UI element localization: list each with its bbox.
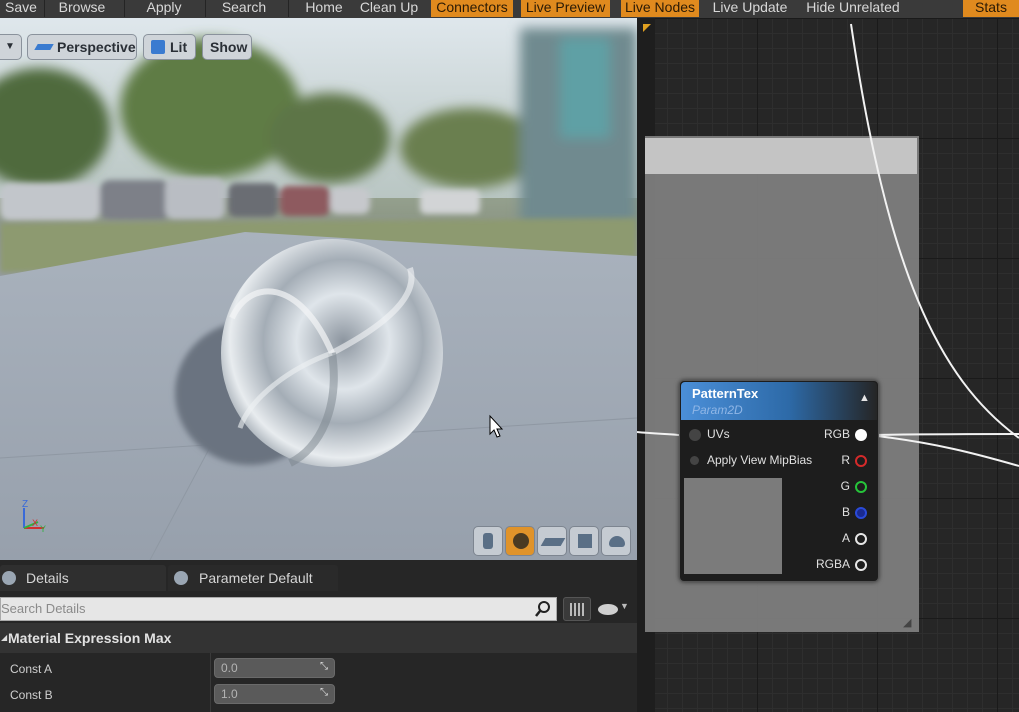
axis-x-label: X bbox=[32, 518, 39, 528]
material-editor-toolbar: Save Browse Apply Search Home Clean Up C… bbox=[0, 0, 1019, 18]
live-preview-button[interactable]: Live Preview bbox=[521, 0, 610, 17]
details-panel: Details Parameter Default Search Details… bbox=[0, 560, 637, 712]
r-output-pin[interactable] bbox=[855, 455, 867, 467]
cylinder-icon bbox=[483, 533, 493, 549]
search-icon bbox=[535, 601, 550, 617]
toolbar-divider bbox=[44, 0, 45, 17]
search-details-input[interactable]: Search Details bbox=[0, 597, 557, 621]
eye-icon bbox=[598, 604, 618, 615]
plane-icon bbox=[540, 538, 566, 546]
material-graph-canvas[interactable]: ◢ PatternTex Param2D ▲ UVs Apply View Mi… bbox=[637, 18, 1019, 712]
preview-sphere-button[interactable] bbox=[505, 526, 535, 556]
r-output-label: R bbox=[841, 453, 850, 467]
clean-up-button[interactable]: Clean Up bbox=[356, 0, 422, 17]
const-a-field[interactable]: 0.0 ⤡ bbox=[214, 658, 335, 678]
live-nodes-button[interactable]: Live Nodes bbox=[621, 0, 699, 17]
rgb-output-pin[interactable] bbox=[855, 429, 867, 441]
const-b-value: 1.0 bbox=[221, 687, 238, 701]
preview-cylinder-button[interactable] bbox=[473, 526, 503, 556]
preview-viewport[interactable]: ▼ Perspective Lit Show Z X Y bbox=[0, 18, 637, 560]
property-label: Const A bbox=[10, 662, 53, 676]
pattern-tex-node[interactable]: PatternTex Param2D ▲ UVs Apply View MipB… bbox=[679, 380, 879, 582]
a-output-pin[interactable] bbox=[855, 533, 867, 545]
perspective-label: Perspective bbox=[57, 39, 136, 55]
tab-details[interactable]: Details bbox=[0, 565, 166, 591]
cube-icon bbox=[578, 534, 592, 548]
tab-parameter-default[interactable]: Parameter Default bbox=[168, 565, 338, 591]
g-output-pin[interactable] bbox=[855, 481, 867, 493]
details-info-icon bbox=[2, 571, 16, 585]
node-title: PatternTex bbox=[692, 386, 759, 401]
show-button[interactable]: Show bbox=[202, 34, 252, 60]
texture-preview-thumbnail bbox=[684, 478, 782, 574]
show-label: Show bbox=[210, 39, 248, 55]
uvs-input-label: UVs bbox=[707, 427, 730, 441]
teapot-icon bbox=[609, 536, 625, 547]
sphere-icon bbox=[513, 533, 529, 549]
preview-plane-button[interactable] bbox=[537, 526, 567, 556]
a-output-label: A bbox=[841, 531, 850, 545]
preview-cube-button[interactable] bbox=[569, 526, 599, 556]
view-options-dropdown[interactable]: ▼ bbox=[0, 34, 22, 60]
chevron-down-icon: ▼ bbox=[620, 601, 629, 611]
visibility-options-dropdown[interactable]: ▼ bbox=[595, 599, 635, 619]
apply-view-mipbias-label: Apply View MipBias bbox=[707, 453, 813, 467]
property-row-const-b: Const B 1.0 ⤡ bbox=[0, 683, 637, 707]
node-header[interactable]: PatternTex Param2D ▲ bbox=[681, 382, 877, 420]
b-output-pin[interactable] bbox=[855, 507, 867, 519]
property-label: Const B bbox=[10, 688, 53, 702]
toolbar-divider bbox=[205, 0, 206, 17]
lit-cube-icon bbox=[151, 40, 165, 54]
lit-label: Lit bbox=[170, 39, 188, 55]
hide-unrelated-button[interactable]: Hide Unrelated bbox=[802, 0, 904, 17]
g-output-label: G bbox=[840, 479, 850, 493]
const-a-value: 0.0 bbox=[221, 661, 238, 675]
graph-wires bbox=[637, 23, 1019, 467]
search-placeholder: Search Details bbox=[1, 601, 86, 616]
perspective-icon bbox=[34, 44, 54, 50]
perspective-button[interactable]: Perspective bbox=[27, 34, 137, 60]
parameter-info-icon bbox=[174, 571, 188, 585]
section-title: Material Expression Max bbox=[8, 630, 172, 646]
node-subtitle: Param2D bbox=[692, 403, 743, 417]
collapse-arrow-icon: ◢ bbox=[1, 633, 8, 642]
property-row-const-a: Const A 0.0 ⤡ bbox=[0, 657, 637, 681]
stats-button[interactable]: Stats bbox=[963, 0, 1019, 17]
uvs-input-pin[interactable] bbox=[689, 429, 701, 441]
toolbar-divider bbox=[288, 0, 289, 17]
grid-icon bbox=[570, 603, 585, 616]
apply-button[interactable]: Apply bbox=[134, 0, 194, 17]
lit-button[interactable]: Lit bbox=[143, 34, 196, 60]
section-header-material-expression-max[interactable]: ◢ Material Expression Max bbox=[0, 623, 637, 653]
apply-view-mipbias-pin[interactable] bbox=[690, 456, 699, 465]
connectors-button[interactable]: Connectors bbox=[431, 0, 513, 17]
b-output-label: B bbox=[841, 505, 850, 519]
tab-details-label: Details bbox=[26, 570, 69, 586]
home-button[interactable]: Home bbox=[298, 0, 350, 17]
rgba-output-label: RGBA bbox=[815, 557, 850, 571]
axis-y-label: Y bbox=[40, 524, 47, 534]
save-button[interactable]: Save bbox=[0, 0, 42, 17]
chevron-down-icon: ▼ bbox=[5, 41, 15, 52]
search-button[interactable]: Search bbox=[212, 0, 276, 17]
const-b-field[interactable]: 1.0 ⤡ bbox=[214, 684, 335, 704]
property-matrix-button[interactable] bbox=[563, 597, 591, 621]
browse-button[interactable]: Browse bbox=[52, 0, 112, 17]
rgb-output-label: RGB bbox=[823, 427, 850, 441]
live-update-button[interactable]: Live Update bbox=[708, 0, 792, 17]
rgba-output-pin[interactable] bbox=[855, 559, 867, 571]
toolbar-divider bbox=[124, 0, 125, 17]
drag-handle-icon[interactable]: ⤡ bbox=[320, 661, 328, 672]
collapse-arrow-icon[interactable]: ▲ bbox=[859, 392, 870, 404]
preview-teapot-button[interactable] bbox=[601, 526, 631, 556]
axis-z-label: Z bbox=[22, 499, 29, 510]
tab-parameter-default-label: Parameter Default bbox=[199, 570, 313, 586]
viewport-scene bbox=[0, 18, 637, 560]
drag-handle-icon[interactable]: ⤡ bbox=[320, 687, 328, 698]
